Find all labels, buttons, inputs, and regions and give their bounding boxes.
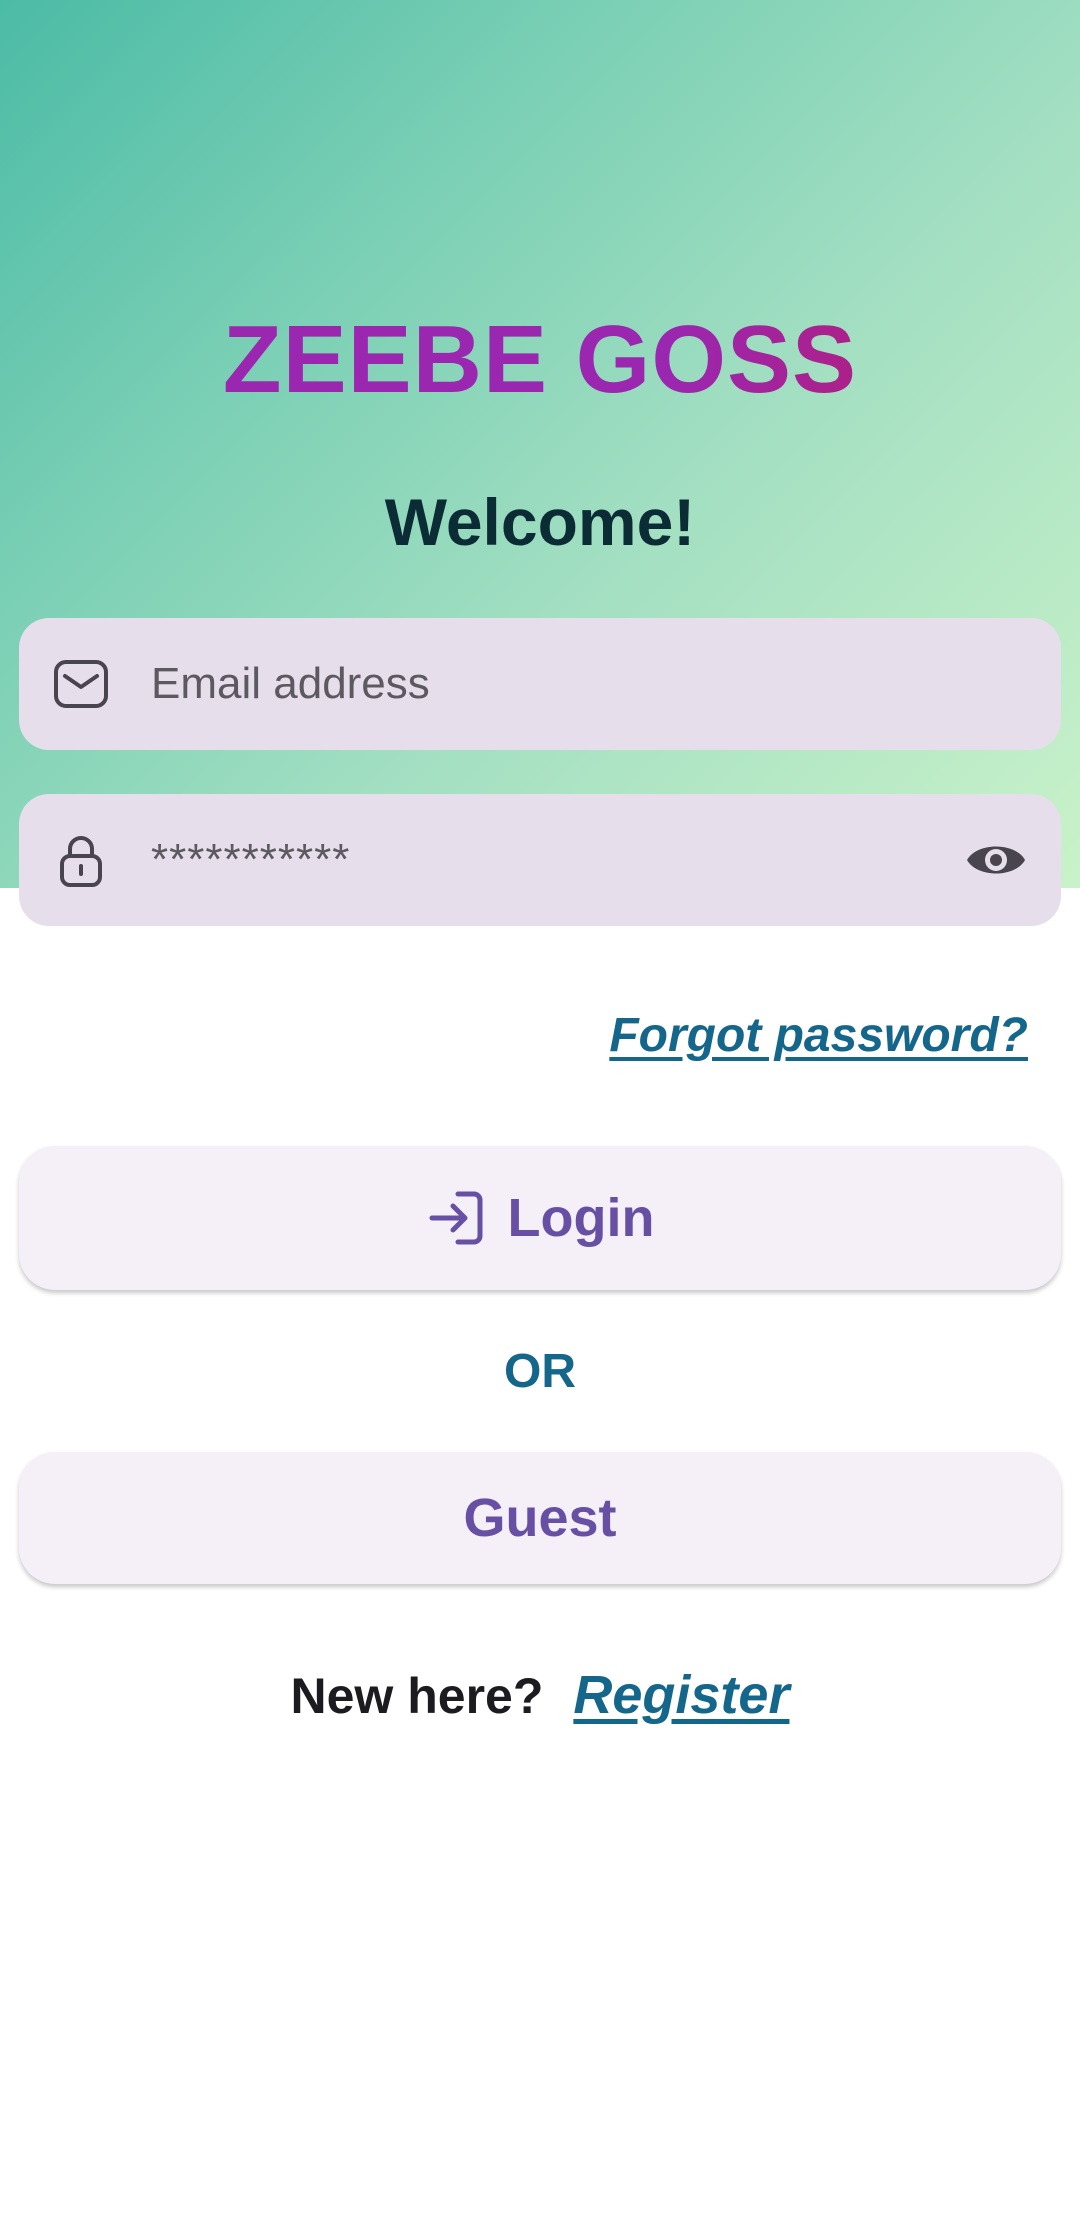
- app-brand-title: ZEEBE GOSS: [0, 300, 1080, 420]
- password-input[interactable]: ***********: [151, 794, 350, 926]
- lock-icon: [53, 832, 109, 888]
- email-field[interactable]: [19, 618, 1061, 750]
- welcome-heading: Welcome!: [384, 485, 696, 559]
- guest-button[interactable]: Guest: [19, 1452, 1061, 1584]
- guest-button-label: Guest: [463, 1488, 617, 1548]
- login-button-label: Login: [507, 1188, 655, 1248]
- forgot-password-link[interactable]: Forgot password?: [609, 1004, 1028, 1068]
- eye-icon[interactable]: [965, 834, 1027, 886]
- register-link[interactable]: Register: [573, 1665, 789, 1725]
- email-input[interactable]: [151, 618, 931, 750]
- mail-icon: [53, 656, 109, 712]
- register-row: New here? Register: [0, 1660, 1080, 1744]
- login-button[interactable]: Login: [19, 1146, 1061, 1290]
- password-field[interactable]: ***********: [19, 794, 1061, 926]
- new-here-text: New here?: [290, 1668, 544, 1724]
- or-divider-label: OR: [504, 1345, 576, 1398]
- login-arrow-icon: [426, 1188, 486, 1248]
- hero-background: [0, 0, 1080, 888]
